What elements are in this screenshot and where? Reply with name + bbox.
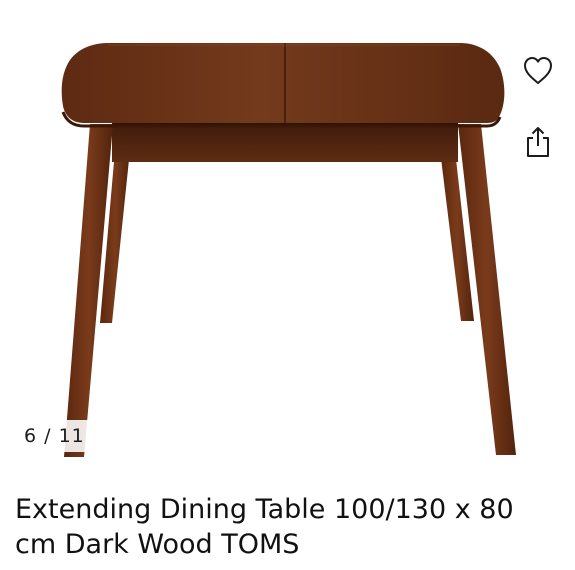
- product-title: Extending Dining Table 100/130 x 80 cm D…: [15, 494, 514, 560]
- favorite-button[interactable]: [516, 48, 560, 92]
- heart-outline-icon: [524, 57, 552, 84]
- product-image[interactable]: [0, 0, 575, 478]
- product-image-gallery[interactable]: 6 / 11: [0, 0, 575, 478]
- table-apron: [112, 124, 458, 162]
- share-button[interactable]: [516, 120, 560, 164]
- table-top: [61, 43, 505, 123]
- product-page: 6 / 11 Extending Dining Table 100/130 x …: [0, 0, 575, 570]
- gallery-counter: 6 / 11: [16, 420, 93, 452]
- share-icon: [527, 127, 549, 157]
